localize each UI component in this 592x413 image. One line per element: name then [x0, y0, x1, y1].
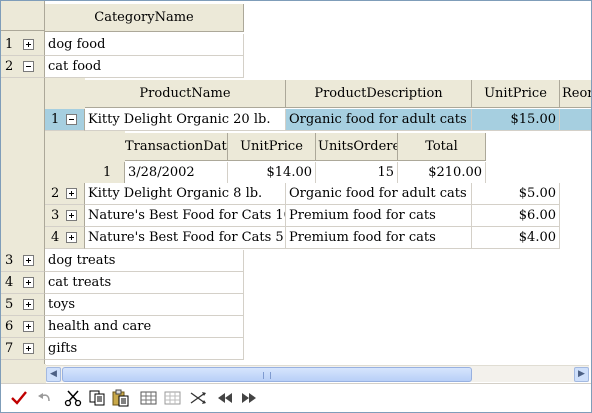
- check-icon[interactable]: [9, 389, 29, 407]
- cell-productdescription[interactable]: Premium food for cats: [286, 227, 472, 249]
- cell-productdescription[interactable]: Organic food for adult cats: [286, 109, 472, 131]
- product-row-header-2[interactable]: 2: [45, 183, 85, 205]
- cell-categoryname[interactable]: dog food: [45, 34, 244, 56]
- row-number: 7: [5, 341, 14, 356]
- column-header-reorder[interactable]: Reor: [560, 80, 591, 108]
- copy-icon[interactable]: [87, 389, 107, 407]
- scroll-thumb[interactable]: [62, 367, 472, 382]
- expand-icon[interactable]: [23, 299, 34, 310]
- product-row-header-3[interactable]: 3: [45, 205, 85, 227]
- column-header-total[interactable]: Total: [398, 133, 486, 161]
- column-header-categoryname[interactable]: CategoryName: [45, 4, 244, 32]
- cell-categoryname[interactable]: toys: [45, 294, 244, 316]
- cell-productdescription[interactable]: Organic food for adult cats: [286, 183, 472, 205]
- collapse-icon[interactable]: [66, 114, 77, 125]
- column-header-productname[interactable]: ProductName: [85, 80, 286, 108]
- grip-icon: [263, 372, 271, 379]
- cell-categoryname[interactable]: dog treats: [45, 250, 244, 272]
- row-number: 1: [103, 165, 112, 180]
- row-number: 4: [51, 230, 60, 245]
- horizontal-scrollbar[interactable]: ◀ ▶: [46, 365, 589, 382]
- row-number: 1: [5, 37, 14, 52]
- cell-unitsordered[interactable]: 15: [316, 162, 398, 184]
- undo-icon[interactable]: [35, 389, 55, 407]
- cell-unitprice[interactable]: $15.00: [472, 109, 560, 131]
- paste-icon[interactable]: [111, 389, 131, 407]
- expand-icon[interactable]: [23, 277, 34, 288]
- row-number: 5: [5, 297, 14, 312]
- row-header-3[interactable]: 3: [1, 250, 45, 272]
- cell-unitprice[interactable]: $5.00: [472, 183, 560, 205]
- column-header-unitprice[interactable]: UnitPrice: [472, 80, 560, 108]
- cell-categoryname[interactable]: cat food: [45, 56, 244, 78]
- row-header-7[interactable]: 7: [1, 338, 45, 360]
- row-header-1[interactable]: 1: [1, 34, 45, 56]
- column-header-unitsordered[interactable]: UnitsOrdered: [316, 133, 398, 161]
- cell-categoryname[interactable]: gifts: [45, 338, 244, 360]
- navigator-toolbar: [1, 383, 591, 412]
- scrollbar-corner: [1, 364, 46, 383]
- row-number: 3: [5, 253, 14, 268]
- cut-icon[interactable]: [63, 389, 83, 407]
- grid-icon[interactable]: [139, 389, 159, 407]
- cell-productdescription[interactable]: Premium food for cats: [286, 205, 472, 227]
- column-header-productdescription[interactable]: ProductDescription: [286, 80, 472, 108]
- cell-reorder[interactable]: [560, 109, 591, 131]
- expand-icon[interactable]: [23, 343, 34, 354]
- transaction-row-header-1[interactable]: 1: [85, 162, 125, 184]
- hierarchical-grid: CategoryName 1 dog food 2 cat food Produ…: [0, 0, 592, 413]
- expand-icon[interactable]: [23, 321, 34, 332]
- fast-forward-icon[interactable]: [239, 389, 259, 407]
- row-number: 1: [51, 112, 60, 127]
- shuffle-icon[interactable]: [189, 389, 209, 407]
- cell-productname[interactable]: Kitty Delight Organic 8 lb.: [85, 183, 286, 205]
- row-number: 2: [51, 186, 60, 201]
- row-header-2[interactable]: 2: [1, 56, 45, 78]
- cell-categoryname[interactable]: cat treats: [45, 272, 244, 294]
- row-number: 4: [5, 275, 14, 290]
- expand-icon[interactable]: [23, 255, 34, 266]
- row-header-5[interactable]: 5: [1, 294, 45, 316]
- expand-icon[interactable]: [66, 210, 77, 221]
- column-header-tx-unitprice[interactable]: UnitPrice: [228, 133, 316, 161]
- product-row-header-1[interactable]: 1: [45, 109, 85, 131]
- expand-icon[interactable]: [66, 232, 77, 243]
- cell-productname[interactable]: Kitty Delight Organic 20 lb.: [85, 109, 286, 131]
- scroll-right-button[interactable]: ▶: [574, 367, 589, 382]
- grid-alt-icon[interactable]: [163, 389, 183, 407]
- cell-transactiondate[interactable]: 3/28/2002: [125, 162, 228, 184]
- corner-header: [1, 1, 45, 31]
- cell-total[interactable]: $210.00: [398, 162, 486, 184]
- product-row-header-4[interactable]: 4: [45, 227, 85, 249]
- cell-categoryname[interactable]: health and care: [45, 316, 244, 338]
- cell-unitprice[interactable]: $4.00: [472, 227, 560, 249]
- cell-tx-unitprice[interactable]: $14.00: [228, 162, 316, 184]
- cell-productname[interactable]: Nature's Best Food for Cats 5: [85, 227, 286, 249]
- cell-unitprice[interactable]: $6.00: [472, 205, 560, 227]
- column-header-transactiondate[interactable]: TransactionDate: [125, 133, 228, 161]
- rewind-icon[interactable]: [215, 389, 235, 407]
- cell-productname[interactable]: Nature's Best Food for Cats 10: [85, 205, 286, 227]
- collapse-icon[interactable]: [23, 61, 34, 72]
- scroll-left-button[interactable]: ◀: [46, 367, 61, 382]
- row-header-6[interactable]: 6: [1, 316, 45, 338]
- expand-icon[interactable]: [23, 39, 34, 50]
- row-header-4[interactable]: 4: [1, 272, 45, 294]
- expand-icon[interactable]: [66, 188, 77, 199]
- row-number: 3: [51, 208, 60, 223]
- row-number: 6: [5, 319, 14, 334]
- row-number: 2: [5, 59, 14, 74]
